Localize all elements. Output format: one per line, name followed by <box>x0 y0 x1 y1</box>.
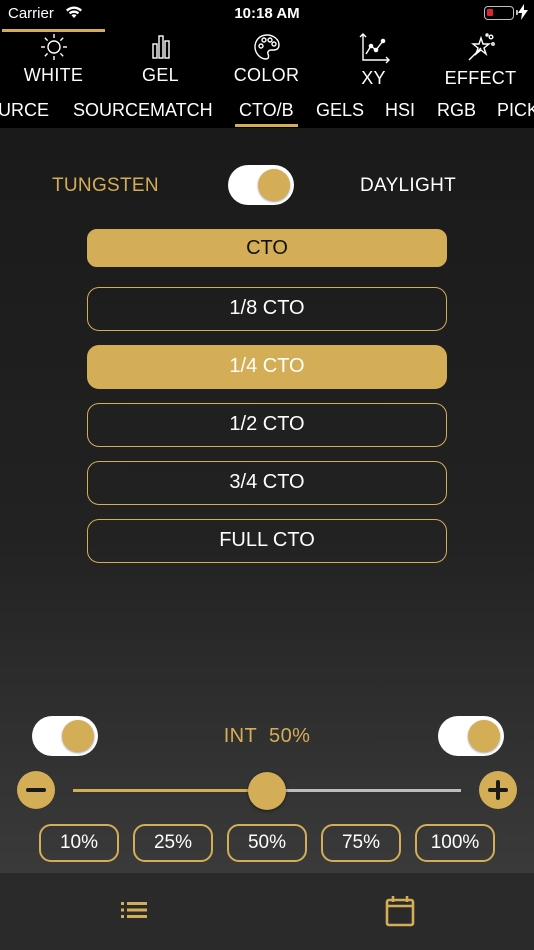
calendar-icon[interactable] <box>385 895 415 932</box>
preset-50-button[interactable]: 50% <box>227 824 307 862</box>
mode-tab-bar: WHITE GEL COLOR XY EFFECT <box>0 28 534 92</box>
preset-10-button[interactable]: 10% <box>39 824 119 862</box>
slider-track-empty <box>267 789 461 792</box>
decrease-intensity-button[interactable] <box>17 771 55 809</box>
intensity-right-toggle[interactable] <box>438 716 504 756</box>
active-subtab-indicator <box>235 124 298 127</box>
cto-option-1-2[interactable]: 1/2 CTO <box>87 403 447 447</box>
daylight-label: DAYLIGHT <box>360 175 457 196</box>
palette-icon <box>213 32 320 62</box>
tab-label: EFFECT <box>444 68 517 88</box>
list-icon[interactable] <box>121 901 147 924</box>
tab-hsi[interactable]: HSI <box>385 100 415 121</box>
preset-75-button[interactable]: 75% <box>321 824 401 862</box>
status-bar: Carrier 10:18 AM <box>0 0 534 28</box>
sun-icon <box>0 32 107 62</box>
tab-cto-b[interactable]: CTO/B <box>235 100 298 127</box>
intensity-value: 50% <box>269 725 311 747</box>
tab-label: XY <box>361 68 386 88</box>
intensity-label: INT <box>223 725 258 747</box>
tab-label: GEL <box>142 65 179 85</box>
cto-panel: TUNGSTEN DAYLIGHT CTO 1/8 CTO 1/4 CTO 1/… <box>0 128 534 872</box>
cto-option-full[interactable]: FULL CTO <box>87 519 447 563</box>
preset-25-button[interactable]: 25% <box>133 824 213 862</box>
sub-tab-bar: URCE SOURCEMATCH CTO/B GELS HSI RGB PICK <box>0 92 534 128</box>
xy-graph-icon <box>320 32 427 64</box>
tab-rgb[interactable]: RGB <box>437 100 476 121</box>
tab-sourcematch[interactable]: SOURCEMATCH <box>73 100 213 121</box>
charging-bolt-icon <box>518 4 528 24</box>
increase-intensity-button[interactable] <box>479 771 517 809</box>
magic-wand-icon <box>427 32 534 62</box>
tab-color[interactable]: COLOR <box>213 28 320 92</box>
bottom-toolbar <box>0 872 534 950</box>
tab-gels[interactable]: GELS <box>316 100 364 121</box>
tab-pick[interactable]: PICK <box>497 100 534 121</box>
cto-option-1-4[interactable]: 1/4 CTO <box>87 345 447 389</box>
tab-white[interactable]: WHITE <box>0 28 107 92</box>
cto-header: CTO <box>87 229 447 267</box>
tab-gel[interactable]: GEL <box>107 28 214 92</box>
tab-label: COLOR <box>233 65 300 85</box>
tab-label: WHITE <box>23 65 84 85</box>
clock: 10:18 AM <box>234 5 300 22</box>
tab-xy[interactable]: XY <box>320 28 427 92</box>
slider-track-filled <box>73 789 267 792</box>
toggle-knob <box>468 720 500 752</box>
tungsten-label: TUNGSTEN <box>52 175 159 196</box>
toggle-knob <box>258 169 290 201</box>
battery-icon <box>484 6 518 20</box>
cto-option-1-8[interactable]: 1/8 CTO <box>87 287 447 331</box>
tab-effect[interactable]: EFFECT <box>427 28 534 92</box>
cto-option-3-4[interactable]: 3/4 CTO <box>87 461 447 505</box>
minus-icon <box>26 788 46 792</box>
bar-chart-icon <box>107 32 214 62</box>
intensity-slider-thumb[interactable] <box>248 772 286 810</box>
tab-source[interactable]: URCE <box>0 100 49 121</box>
preset-100-button[interactable]: 100% <box>415 824 495 862</box>
tungsten-daylight-toggle[interactable] <box>228 165 294 205</box>
